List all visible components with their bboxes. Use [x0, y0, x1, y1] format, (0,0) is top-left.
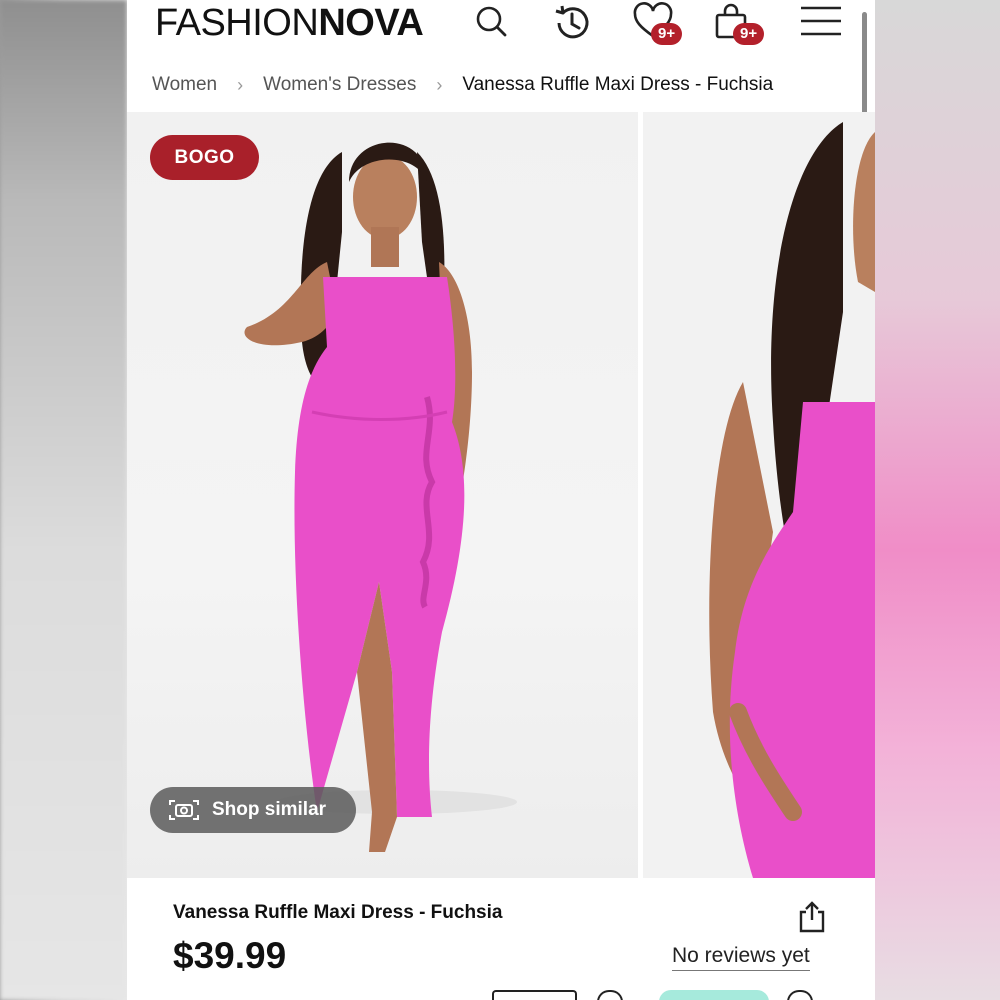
product-image-main[interactable]: BOGO Shop similar — [127, 112, 638, 878]
product-title: Vanessa Ruffle Maxi Dress - Fuchsia — [173, 902, 503, 923]
shop-similar-button[interactable]: Shop similar — [150, 787, 356, 833]
shop-similar-label: Shop similar — [212, 799, 327, 820]
search-icon[interactable] — [472, 2, 512, 42]
breadcrumb: Women › Women's Dresses › Vanessa Ruffle… — [152, 70, 773, 100]
product-image-secondary[interactable] — [643, 112, 875, 878]
chevron-right-icon: › — [237, 74, 244, 95]
info-icon[interactable] — [597, 990, 623, 1000]
bogo-badge: BOGO — [150, 135, 259, 180]
backdrop-left — [0, 0, 127, 1000]
backdrop-right — [875, 0, 1000, 1000]
menu-icon[interactable] — [799, 2, 841, 42]
model-photo — [244, 142, 517, 852]
breadcrumb-item-current: Vanessa Ruffle Maxi Dress - Fuchsia — [462, 74, 774, 95]
chevron-right-icon: › — [436, 74, 443, 95]
wishlist-count-badge: 9+ — [651, 23, 683, 45]
breadcrumb-item-women[interactable]: Women — [152, 74, 217, 96]
breadcrumb-item-womens-dresses[interactable]: Women's Dresses — [263, 74, 416, 96]
reviews-link[interactable]: No reviews yet — [672, 944, 810, 971]
cart-count-badge: 9+ — [733, 23, 765, 45]
phone-screen: FASHIONNOVA 9+ 9+ Women › Women's Dresse… — [127, 0, 875, 1000]
share-icon[interactable] — [797, 900, 827, 934]
product-price: $39.99 — [173, 935, 287, 976]
action-button-peek[interactable] — [659, 990, 769, 1000]
size-option-peek[interactable] — [492, 990, 577, 1000]
site-header: FASHIONNOVA 9+ 9+ — [127, 0, 875, 52]
info-icon[interactable] — [787, 990, 813, 1000]
model-photo-closeup — [709, 122, 875, 878]
camera-icon — [169, 800, 199, 820]
history-icon[interactable] — [551, 2, 591, 42]
product-gallery[interactable]: BOGO Shop similar — [127, 112, 875, 878]
fashion-nova-logo[interactable]: FASHIONNOVA — [155, 2, 424, 45]
